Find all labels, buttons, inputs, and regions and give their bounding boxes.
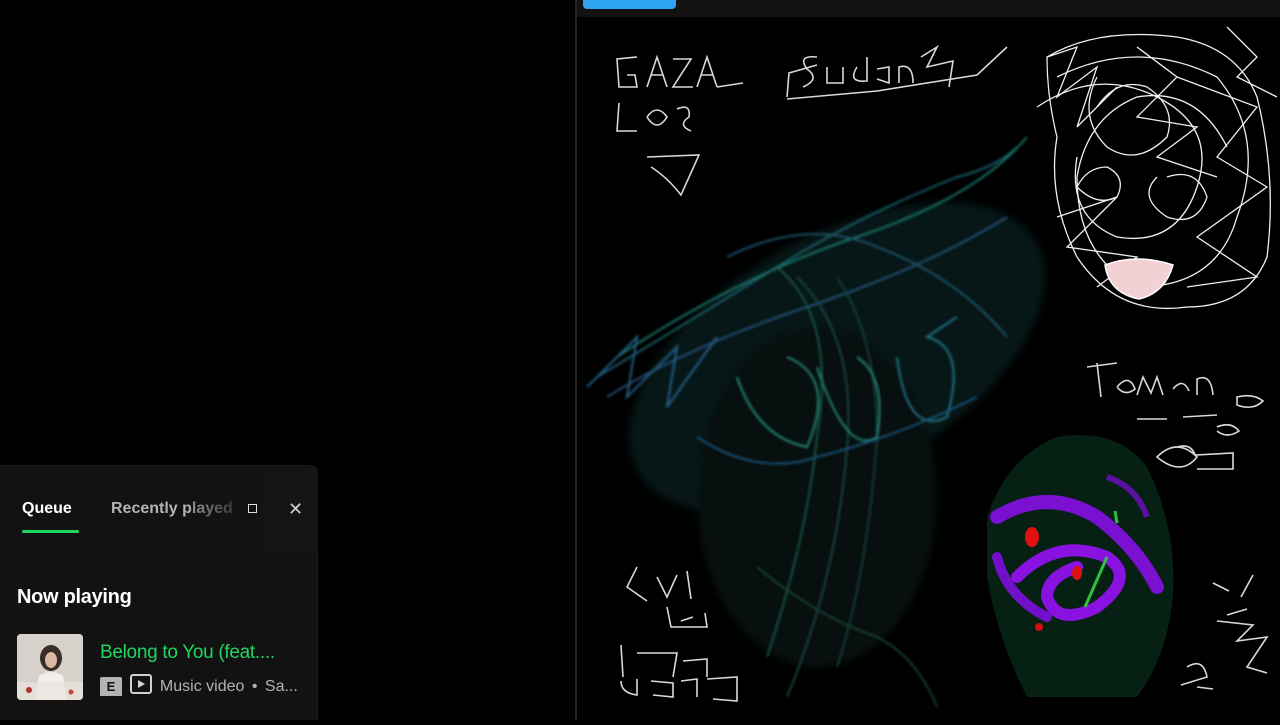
now-playing-heading: Now playing <box>17 586 132 608</box>
explicit-badge: E <box>100 676 122 696</box>
close-icon[interactable]: ✕ <box>288 499 303 520</box>
music-video-icon <box>130 674 153 696</box>
queue-panel: Queue Recently played ✕ Now playing Belo… <box>0 465 318 720</box>
album-cover <box>17 634 83 700</box>
video-canvas[interactable] <box>577 17 1280 720</box>
track-title[interactable]: Belong to You (feat.... <box>100 642 312 664</box>
miniplayer-icon[interactable] <box>248 504 257 513</box>
tab-active-indicator <box>22 530 79 533</box>
sketch-artwork <box>586 26 1278 708</box>
tab-recently-played[interactable]: Recently played <box>111 500 233 518</box>
tab-queue[interactable]: Queue <box>22 500 72 518</box>
now-playing-track[interactable]: Belong to You (feat.... E Music video • … <box>17 634 312 700</box>
track-artist[interactable]: Sa... <box>265 678 298 695</box>
meta-separator: • <box>251 677 258 695</box>
track-meta: E Music video • Sa... <box>100 674 312 696</box>
canvas-top-bar <box>577 0 1280 17</box>
top-bar-button[interactable] <box>583 0 676 9</box>
track-type: Music video <box>159 677 245 695</box>
